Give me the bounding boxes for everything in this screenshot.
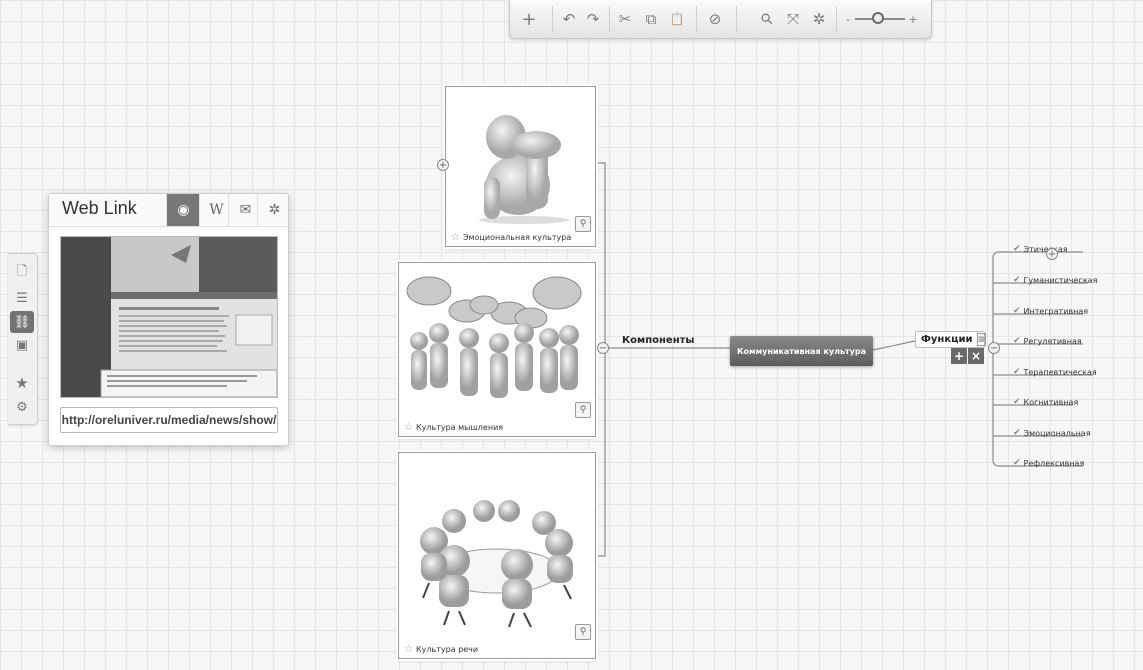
web-link-title: Web Link [62, 198, 137, 218]
web-link-panel: Web Link ◉ W ✉ ✲ http://oreluniver.ru/me… [48, 193, 289, 446]
image-icon[interactable]: ▣ [10, 334, 34, 356]
function-item[interactable]: ✔ Эмоциональная [1013, 428, 1091, 438]
node-caption: ☆ Культура речи [404, 644, 478, 655]
node-caption: ☆ Культура мышления [404, 422, 503, 433]
add-subtopic-button[interactable]: + [951, 348, 967, 364]
side-toolbar: 🗋 ☰ ⛓ ▣ ★ ⚙ [8, 253, 38, 425]
node-caption-text: Эмоциональная культура [462, 233, 572, 242]
function-item-label: Гуманистическая [1023, 275, 1098, 285]
toolbar-divider [836, 6, 837, 32]
expand-toggle-icon[interactable]: + [437, 159, 449, 171]
zoom-image-icon[interactable]: ⚲ [575, 402, 591, 418]
function-item[interactable]: ✔ Регулятивная [1013, 336, 1082, 346]
copy-icon[interactable]: ⧉ [640, 7, 662, 31]
document-icon[interactable]: 🗋 [10, 262, 34, 284]
website-preview-thumbnail[interactable] [60, 236, 278, 398]
web-link-header: Web Link ◉ W ✉ ✲ [49, 194, 288, 227]
toolbar-divider [736, 6, 737, 32]
star-icon[interactable]: ★ [10, 372, 34, 394]
zoom-in-button[interactable]: + [907, 7, 919, 31]
note-icon[interactable]: ≡ [976, 333, 987, 346]
check-icon: ✔ [1013, 428, 1021, 438]
web-tab-icon[interactable]: ◉ [166, 194, 200, 226]
star-icon[interactable]: ☆ [404, 644, 413, 655]
function-item[interactable]: ✔ Терапевтическая [1013, 367, 1097, 377]
fit-to-screen-icon[interactable]: ⤧ [782, 7, 804, 31]
add-icon[interactable]: + [516, 7, 542, 31]
sitting-figure-image [479, 115, 569, 224]
search-icon[interactable]: ⚲ [751, 3, 784, 36]
check-icon: ✔ [1013, 367, 1021, 377]
function-item-label: Терапевтическая [1023, 367, 1097, 377]
node-caption-text: Культура речи [415, 645, 479, 654]
function-item-label: Регулятивная [1023, 336, 1082, 346]
clear-icon[interactable]: ⊘ [704, 7, 726, 31]
cut-icon[interactable]: ✂ [614, 7, 636, 31]
branch-label-components[interactable]: Компоненты [622, 335, 694, 346]
collapse-toggle-icon[interactable]: − [597, 342, 609, 354]
link-icon[interactable]: ⛓ [10, 311, 34, 333]
function-item-label: Рефлексивная [1023, 458, 1085, 468]
function-item-label: Когнитивная [1023, 397, 1079, 407]
undo-icon[interactable]: ↶ [558, 7, 580, 31]
function-item[interactable]: ✔ Когнитивная [1013, 397, 1078, 407]
theme-icon[interactable]: ⚙ [10, 396, 34, 418]
function-item-label: Эмоциональная [1023, 428, 1091, 438]
image-node-speech-culture[interactable]: ⚲ ☆ Культура речи [398, 452, 596, 659]
auto-layout-icon[interactable]: ✲ [808, 7, 830, 31]
function-item-label: Интегративная [1023, 306, 1089, 316]
check-icon: ✔ [1013, 458, 1021, 468]
node-caption-text: Культура мышления [415, 423, 504, 432]
discussion-group-image [406, 276, 582, 398]
zoom-slider-handle[interactable] [871, 12, 884, 24]
check-icon: ✔ [1013, 244, 1021, 254]
paste-icon[interactable]: 📋 [666, 7, 688, 31]
zoom-out-button[interactable]: - [842, 7, 854, 31]
check-icon: ✔ [1013, 275, 1021, 285]
star-icon[interactable]: ☆ [451, 232, 460, 243]
function-item[interactable]: ✔ Гуманистическая [1013, 275, 1097, 285]
central-topic[interactable]: Коммуникативная культура [730, 336, 873, 366]
topic-functions-label: Функции [921, 334, 973, 345]
function-item[interactable]: ✔ Рефлексивная [1013, 458, 1084, 468]
main-toolbar: + ↶ ↷ ✂ ⧉ 📋 ⊘ ⚲ ⤧ ✲ - + [509, 0, 932, 39]
image-node-emotional-culture[interactable]: ⚲ ☆ Эмоциональная культура [445, 86, 596, 247]
toolbar-divider [552, 6, 553, 32]
image-node-thinking-culture[interactable]: ⚲ ☆ Культура мышления [398, 262, 596, 437]
delete-topic-button[interactable]: × [968, 348, 984, 364]
web-link-url-field[interactable]: http://oreluniver.ru/media/news/show/ [60, 407, 278, 433]
topic-functions[interactable]: Функции ≡ [915, 331, 987, 348]
zoom-image-icon[interactable]: ⚲ [575, 624, 591, 640]
zoom-image-icon[interactable]: ⚲ [575, 216, 591, 232]
node-caption: ☆ Эмоциональная культура [451, 232, 571, 243]
collapse-toggle-icon[interactable]: − [988, 342, 1000, 354]
expand-toggle-icon[interactable]: + [1046, 248, 1058, 260]
list-icon[interactable]: ☰ [10, 287, 34, 309]
mindmap-tab-icon[interactable]: ✲ [257, 194, 291, 226]
function-item[interactable]: ✔ Этическая [1013, 244, 1068, 254]
star-icon[interactable]: ☆ [404, 422, 413, 433]
website-preview-image [61, 237, 277, 397]
toolbar-divider [609, 6, 610, 32]
central-topic-label: Коммуникативная культура [737, 346, 866, 356]
check-icon: ✔ [1013, 336, 1021, 346]
redo-icon[interactable]: ↷ [582, 7, 604, 31]
toolbar-divider [696, 6, 697, 32]
check-icon: ✔ [1013, 306, 1021, 316]
round-table-meeting-image [420, 500, 573, 628]
check-icon: ✔ [1013, 397, 1021, 407]
function-item[interactable]: ✔ Интегративная [1013, 306, 1088, 316]
